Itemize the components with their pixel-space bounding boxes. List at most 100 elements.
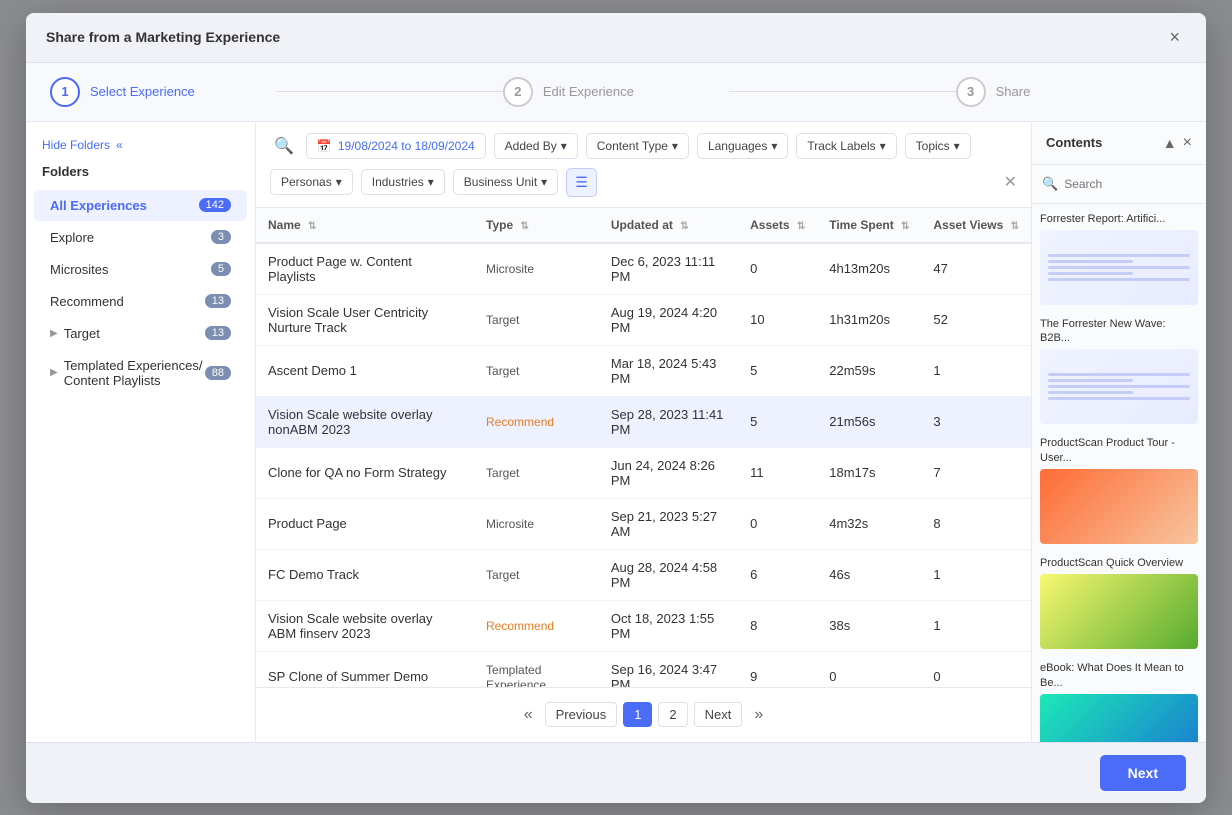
table-row[interactable]: SP Clone of Summer Demo Templated Experi…: [256, 651, 1031, 687]
table-row[interactable]: Ascent Demo 1 Target Mar 18, 2024 5:43 P…: [256, 345, 1031, 396]
content-card[interactable]: eBook: What Does It Mean to Be...: [1040, 661, 1198, 741]
page-2-button[interactable]: 2: [658, 702, 687, 727]
chevron-down-icon-6: ▾: [336, 175, 342, 189]
right-panel-title: Contents: [1046, 135, 1102, 150]
right-panel-close-button[interactable]: ×: [1183, 134, 1192, 152]
content-card[interactable]: ProductScan Quick Overview: [1040, 556, 1198, 649]
row-assets: 0: [738, 498, 817, 549]
sidebar-item-target[interactable]: ▶ Target 13: [34, 318, 247, 349]
row-type: Recommend: [474, 396, 599, 447]
sidebar-item-recommend[interactable]: Recommend 13: [34, 286, 247, 317]
chevron-right-icon: ▶: [50, 328, 58, 339]
languages-filter[interactable]: Languages ▾: [697, 133, 788, 159]
content-type-filter[interactable]: Content Type ▾: [586, 133, 689, 159]
row-updated: Jun 24, 2024 8:26 PM: [599, 447, 738, 498]
sidebar-item-all-experiences[interactable]: All Experiences 142: [34, 190, 247, 221]
table-row[interactable]: Clone for QA no Form Strategy Target Jun…: [256, 447, 1031, 498]
chevron-left-icon: «: [116, 138, 123, 152]
modal-backdrop: Share from a Marketing Experience × 1 Se…: [0, 0, 1232, 815]
chevron-down-icon-2: ▾: [672, 139, 678, 153]
row-asset-views: 7: [921, 447, 1031, 498]
business-unit-filter[interactable]: Business Unit ▾: [453, 169, 558, 195]
hide-folders-button[interactable]: Hide Folders «: [26, 138, 255, 164]
sidebar-item-templated[interactable]: ▶ Templated Experiences/ Content Playlis…: [34, 350, 247, 396]
row-name: FC Demo Track: [256, 549, 474, 600]
row-assets: 5: [738, 396, 817, 447]
table-row[interactable]: Vision Scale website overlay ABM finserv…: [256, 600, 1031, 651]
first-page-button[interactable]: «: [518, 702, 539, 728]
row-updated: Aug 28, 2024 4:58 PM: [599, 549, 738, 600]
date-range-button[interactable]: 📅 19/08/2024 to 18/09/2024: [306, 133, 486, 159]
personas-filter[interactable]: Personas ▾: [270, 169, 353, 195]
modal-footer: Next: [26, 742, 1206, 803]
col-name[interactable]: Name ⇅: [256, 208, 474, 243]
table-row[interactable]: Vision Scale website overlay nonABM 2023…: [256, 396, 1031, 447]
track-labels-filter[interactable]: Track Labels ▾: [796, 133, 896, 159]
sidebar-item-microsites[interactable]: Microsites 5: [34, 254, 247, 285]
row-time-spent: 4h13m20s: [817, 243, 921, 295]
row-assets: 6: [738, 549, 817, 600]
prev-page-button[interactable]: Previous: [545, 702, 618, 727]
folder-all-experiences-label: All Experiences: [50, 198, 147, 213]
row-type: Target: [474, 549, 599, 600]
last-page-button[interactable]: »: [748, 702, 769, 728]
content-card[interactable]: Forrester Report: Artifici...: [1040, 212, 1198, 305]
row-time-spent: 38s: [817, 600, 921, 651]
right-panel-search-input[interactable]: [1064, 177, 1206, 191]
topics-filter[interactable]: Topics ▾: [905, 133, 971, 159]
folder-templated-label: Templated Experiences/ Content Playlists: [64, 358, 205, 388]
row-time-spent: 4m32s: [817, 498, 921, 549]
content-card-title: eBook: What Does It Mean to Be...: [1040, 661, 1198, 690]
step-1-circle: 1: [50, 77, 80, 107]
row-updated: Sep 28, 2023 11:41 PM: [599, 396, 738, 447]
industries-filter[interactable]: Industries ▾: [361, 169, 445, 195]
row-name: Product Page w. Content Playlists: [256, 243, 474, 295]
added-by-label: Added By: [505, 139, 557, 153]
more-options-button[interactable]: ☰: [566, 168, 597, 197]
added-by-filter[interactable]: Added By ▾: [494, 133, 578, 159]
sort-icon-views: ⇅: [1011, 221, 1019, 232]
sort-icon-name: ⇅: [308, 221, 316, 232]
folder-templated-badge: 88: [205, 366, 231, 380]
col-time-spent[interactable]: Time Spent ⇅: [817, 208, 921, 243]
table-row[interactable]: Vision Scale User Centricity Nurture Tra…: [256, 294, 1031, 345]
content-card[interactable]: The Forrester New Wave: B2B...: [1040, 317, 1198, 425]
clear-filters-button[interactable]: ✕: [1004, 172, 1017, 192]
col-type[interactable]: Type ⇅: [474, 208, 599, 243]
row-updated: Dec 6, 2023 11:11 PM: [599, 243, 738, 295]
col-updated[interactable]: Updated at ⇅: [599, 208, 738, 243]
row-name: Clone for QA no Form Strategy: [256, 447, 474, 498]
table-row[interactable]: Product Page Microsite Sep 21, 2023 5:27…: [256, 498, 1031, 549]
content-card[interactable]: ProductScan Product Tour - User...: [1040, 436, 1198, 544]
chevron-down-icon-7: ▾: [428, 175, 434, 189]
content-card-title: The Forrester New Wave: B2B...: [1040, 317, 1198, 346]
right-panel-search-icon: 🔍: [1042, 176, 1058, 192]
row-type: Target: [474, 294, 599, 345]
next-button[interactable]: Next: [1100, 755, 1186, 791]
col-asset-views[interactable]: Asset Views ⇅: [921, 208, 1031, 243]
folder-microsites-label: Microsites: [50, 262, 109, 277]
row-assets: 10: [738, 294, 817, 345]
pagination: « Previous 1 2 Next »: [256, 687, 1031, 742]
right-panel-search-box: 🔍 ☰ ⊞: [1032, 165, 1206, 204]
close-button[interactable]: ×: [1163, 25, 1186, 50]
next-page-button[interactable]: Next: [694, 702, 743, 727]
row-asset-views: 3: [921, 396, 1031, 447]
row-time-spent: 0: [817, 651, 921, 687]
row-type: Templated Experience: [474, 651, 599, 687]
col-assets[interactable]: Assets ⇅: [738, 208, 817, 243]
step-divider-2: [729, 91, 955, 92]
sidebar-item-explore[interactable]: Explore 3: [34, 222, 247, 253]
table-header: Name ⇅ Type ⇅ Updated at ⇅ Assets ⇅ Time…: [256, 208, 1031, 243]
folders-title: Folders: [26, 164, 255, 189]
table-row[interactable]: FC Demo Track Target Aug 28, 2024 4:58 P…: [256, 549, 1031, 600]
page-1-button[interactable]: 1: [623, 702, 652, 727]
content-card-title: Forrester Report: Artifici...: [1040, 212, 1198, 226]
folder-microsites-badge: 5: [211, 262, 231, 276]
sort-icon-updated: ⇅: [680, 221, 688, 232]
step-1: 1 Select Experience: [50, 77, 276, 107]
row-type: Microsite: [474, 498, 599, 549]
row-name: SP Clone of Summer Demo: [256, 651, 474, 687]
search-icon-button[interactable]: 🔍: [270, 132, 298, 160]
table-row[interactable]: Product Page w. Content Playlists Micros…: [256, 243, 1031, 295]
